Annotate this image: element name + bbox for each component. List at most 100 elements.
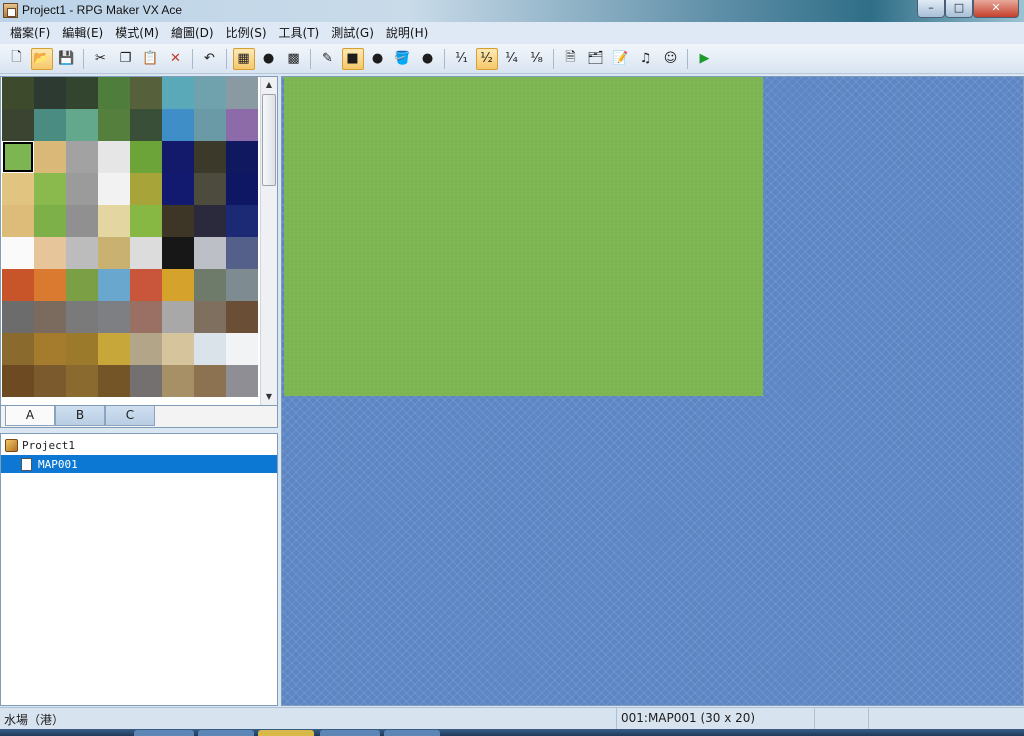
tileset-tile[interactable]: [130, 333, 162, 365]
scroll-down-arrow-icon[interactable]: ▼: [261, 389, 277, 405]
tileset-tile[interactable]: [2, 269, 34, 301]
tileset-tile[interactable]: [194, 109, 226, 141]
tileset-tile[interactable]: [162, 141, 194, 173]
tab-c[interactable]: C: [105, 406, 155, 426]
tileset-tile[interactable]: [98, 365, 130, 397]
minimize-button[interactable]: –: [917, 0, 945, 18]
tileset-tile[interactable]: [34, 301, 66, 333]
tileset-tile[interactable]: [2, 365, 34, 397]
tileset-tile[interactable]: [226, 269, 258, 301]
tileset-tile[interactable]: [34, 205, 66, 237]
tileset-tile[interactable]: [2, 301, 34, 333]
tileset-tile[interactable]: [66, 333, 98, 365]
tileset-tile[interactable]: [194, 301, 226, 333]
tileset-tile[interactable]: [66, 77, 98, 109]
taskbar-button[interactable]: [198, 730, 254, 736]
scroll-thumb[interactable]: [262, 94, 276, 186]
tileset-tile[interactable]: [162, 333, 194, 365]
menu-item-2[interactable]: 模式(M): [109, 23, 165, 43]
scale-1-1-icon[interactable]: ¹⁄₁: [451, 48, 473, 70]
tileset-tile[interactable]: [66, 205, 98, 237]
tileset-tile[interactable]: [194, 173, 226, 205]
character-generator-icon[interactable]: ☺: [660, 48, 682, 70]
tileset-tile[interactable]: [98, 269, 130, 301]
rectangle-icon[interactable]: ■: [341, 47, 364, 70]
script-editor-icon[interactable]: 📝: [610, 48, 632, 70]
tileset-tile[interactable]: [66, 237, 98, 269]
tileset-tile[interactable]: [34, 333, 66, 365]
open-project-icon[interactable]: 📂: [30, 47, 53, 70]
scale-1-2-icon[interactable]: ¹⁄₂: [475, 47, 498, 70]
tileset-tile[interactable]: [194, 237, 226, 269]
menu-item-0[interactable]: 檔案(F): [4, 23, 56, 43]
database-icon[interactable]: 🗎: [560, 48, 582, 70]
tileset-tile[interactable]: [194, 205, 226, 237]
tileset-tile[interactable]: [194, 141, 226, 173]
map-mode-icon[interactable]: ▦: [232, 47, 255, 70]
menu-item-7[interactable]: 說明(H): [380, 23, 434, 43]
map-editor-canvas[interactable]: [281, 76, 1024, 706]
taskbar-button[interactable]: [384, 730, 440, 736]
tileset-tile[interactable]: [130, 173, 162, 205]
tileset-tile[interactable]: [34, 365, 66, 397]
scale-1-4-icon[interactable]: ¹⁄₄: [501, 48, 523, 70]
resource-manager-icon[interactable]: 🗂: [585, 48, 607, 70]
tileset-tile[interactable]: [226, 237, 258, 269]
tileset-tile[interactable]: [66, 269, 98, 301]
tileset-tile[interactable]: [226, 205, 258, 237]
tileset-tile[interactable]: [162, 205, 194, 237]
tileset-tile[interactable]: [34, 109, 66, 141]
tab-b[interactable]: B: [55, 406, 105, 426]
title-bar[interactable]: Project1 - RPG Maker VX Ace – □ ✕: [0, 0, 1024, 22]
tileset-tile[interactable]: [130, 205, 162, 237]
undo-icon[interactable]: ↶: [199, 48, 221, 70]
tree-item-map001[interactable]: MAP001: [1, 455, 277, 473]
tileset-tile[interactable]: [226, 109, 258, 141]
menu-item-6[interactable]: 測試(G): [325, 23, 380, 43]
paste-icon[interactable]: 📋: [140, 48, 162, 70]
tree-item-project[interactable]: Project1: [1, 436, 277, 454]
tileset-tile[interactable]: [130, 301, 162, 333]
tileset-tile[interactable]: [66, 301, 98, 333]
event-mode-icon[interactable]: ●: [258, 48, 280, 70]
tileset-tile[interactable]: [34, 269, 66, 301]
tileset-tile[interactable]: [226, 173, 258, 205]
tileset-tile[interactable]: [34, 77, 66, 109]
tileset-tile[interactable]: [98, 205, 130, 237]
playtest-icon[interactable]: ▶: [694, 48, 716, 70]
tileset-tile[interactable]: [194, 333, 226, 365]
menu-item-3[interactable]: 繪圖(D): [165, 23, 220, 43]
menu-item-4[interactable]: 比例(S): [220, 23, 273, 43]
tileset-tile[interactable]: [2, 109, 34, 141]
tileset-tile[interactable]: [130, 365, 162, 397]
scroll-up-arrow-icon[interactable]: ▲: [261, 77, 277, 93]
map-ground-layer[interactable]: [284, 77, 763, 396]
tileset-tile[interactable]: [34, 141, 66, 173]
tileset-tile[interactable]: [2, 77, 34, 109]
tileset-tile[interactable]: [98, 333, 130, 365]
delete-icon[interactable]: ✕: [165, 48, 187, 70]
tileset-tile[interactable]: [162, 173, 194, 205]
tileset-tile[interactable]: [98, 109, 130, 141]
taskbar-button[interactable]: [320, 730, 380, 736]
copy-icon[interactable]: ❐: [115, 48, 137, 70]
save-project-icon[interactable]: 💾: [56, 48, 78, 70]
tileset-tile[interactable]: [2, 141, 34, 173]
tileset-tile[interactable]: [66, 109, 98, 141]
tileset-tile[interactable]: [194, 365, 226, 397]
taskbar-button[interactable]: [258, 730, 314, 736]
tileset-tile[interactable]: [34, 237, 66, 269]
tileset-tile[interactable]: [162, 269, 194, 301]
tileset-tile[interactable]: [226, 77, 258, 109]
tileset-tile[interactable]: [2, 173, 34, 205]
tileset-tile[interactable]: [130, 77, 162, 109]
tileset-tile[interactable]: [2, 333, 34, 365]
ellipse-icon[interactable]: ●: [367, 48, 389, 70]
maximize-button[interactable]: □: [945, 0, 973, 18]
tileset-tile[interactable]: [194, 77, 226, 109]
tileset-tile[interactable]: [2, 205, 34, 237]
close-button[interactable]: ✕: [973, 0, 1019, 18]
sound-test-icon[interactable]: ♫: [635, 48, 657, 70]
tileset-tile[interactable]: [226, 365, 258, 397]
tileset-tile[interactable]: [130, 269, 162, 301]
